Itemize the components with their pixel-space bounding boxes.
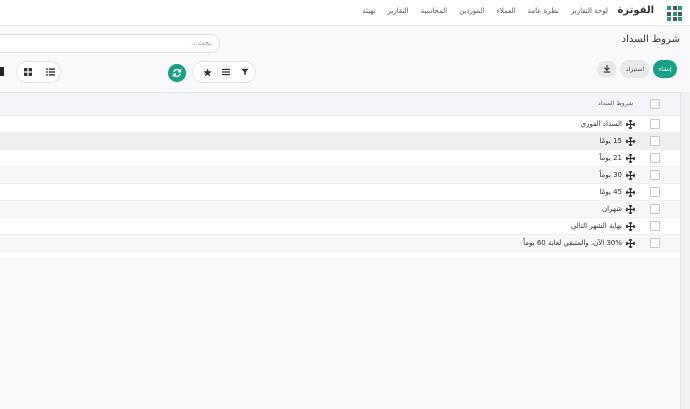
page-title: شروط السداد xyxy=(621,34,680,45)
payment-term-name: 30% الآن، والمتبقي لغاية 60 يوماً xyxy=(523,239,622,247)
table-row[interactable]: 21 يوماً xyxy=(0,150,680,167)
table-row[interactable]: 15 يومًا xyxy=(0,133,680,150)
menu-item-accounting[interactable]: المحاسبة xyxy=(421,7,448,15)
view-switcher xyxy=(16,61,61,83)
row-checkbox[interactable] xyxy=(650,153,660,163)
search-input[interactable]: بحث... xyxy=(0,34,220,53)
filter-button[interactable] xyxy=(237,65,253,79)
row-checkbox[interactable] xyxy=(650,221,660,231)
menu-item-dashboard[interactable]: لوحة التقارير xyxy=(571,7,608,15)
main-menu: لوحة التقارير نظرة عامة العملاء الموردين… xyxy=(362,7,608,15)
import-button[interactable]: استيراد xyxy=(620,60,650,78)
table-row[interactable]: 30% الآن، والمتبقي لغاية 60 يوماً xyxy=(0,235,680,252)
group-by-button[interactable] xyxy=(218,65,234,79)
list-icon xyxy=(222,68,230,76)
payment-term-name: السداد الفوري xyxy=(580,120,622,128)
payment-term-name: 15 يومًا xyxy=(599,137,622,145)
refresh-button[interactable] xyxy=(168,64,186,82)
payment-terms-list: شروط السداد السداد الفوري 15 يومًا 21 يو… xyxy=(0,92,680,258)
list-header: شروط السداد xyxy=(0,93,680,116)
payment-term-name: 21 يوماً xyxy=(599,154,622,162)
payment-term-name: نهاية الشهر التالي xyxy=(570,222,622,230)
drag-handle-icon[interactable] xyxy=(626,222,635,231)
search-options-group xyxy=(192,61,256,83)
drag-handle-icon[interactable] xyxy=(626,137,635,146)
row-checkbox[interactable] xyxy=(650,119,660,129)
drag-handle-icon[interactable] xyxy=(626,188,635,197)
menu-item-reports[interactable]: التقارير xyxy=(388,7,409,15)
download-button[interactable] xyxy=(597,61,616,77)
scrollbar[interactable] xyxy=(680,92,690,409)
refresh-icon xyxy=(172,68,182,78)
drag-handle-icon[interactable] xyxy=(626,120,635,129)
top-navbar: الفوترة لوحة التقارير نظرة عامة العملاء … xyxy=(0,0,690,26)
filter-icon xyxy=(241,68,249,76)
row-checkbox[interactable] xyxy=(650,238,660,248)
list-view-icon xyxy=(45,68,55,76)
menu-item-vendors[interactable]: الموردين xyxy=(459,7,485,15)
payment-term-name: 45 يومًا xyxy=(599,188,622,196)
table-row[interactable]: شهران xyxy=(0,201,680,218)
row-checkbox[interactable] xyxy=(650,170,660,180)
row-checkbox[interactable] xyxy=(650,204,660,214)
drag-handle-icon[interactable] xyxy=(626,171,635,180)
table-row[interactable]: نهاية الشهر التالي xyxy=(0,218,680,235)
drag-handle-icon[interactable] xyxy=(626,239,635,248)
row-checkbox[interactable] xyxy=(650,187,660,197)
menu-item-configuration[interactable]: تهيئة xyxy=(362,7,375,15)
create-button[interactable]: إنشاء xyxy=(653,60,677,78)
drag-handle-icon[interactable] xyxy=(626,205,635,214)
app-brand[interactable]: الفوترة xyxy=(614,5,654,16)
drag-handle-icon[interactable] xyxy=(626,154,635,163)
payment-term-name: شهران xyxy=(601,205,622,213)
payment-term-name: 30 يوماً xyxy=(599,171,622,179)
kanban-view-button[interactable] xyxy=(20,65,36,79)
table-row[interactable]: 45 يومًا xyxy=(0,184,680,201)
select-all-checkbox[interactable] xyxy=(650,99,660,109)
column-header-payment-terms[interactable]: شروط السداد xyxy=(510,100,633,107)
row-checkbox[interactable] xyxy=(650,136,660,146)
kanban-icon xyxy=(24,68,32,76)
table-row[interactable]: 30 يوماً xyxy=(0,167,680,184)
extra-view-button[interactable] xyxy=(0,67,4,76)
apps-grid-icon[interactable] xyxy=(667,6,682,21)
table-row[interactable]: السداد الفوري xyxy=(0,116,680,133)
list-view-button[interactable] xyxy=(42,65,58,79)
favorites-button[interactable] xyxy=(199,65,215,79)
menu-item-customers[interactable]: العملاء xyxy=(497,7,516,15)
menu-item-overview[interactable]: نظرة عامة xyxy=(528,7,559,15)
download-icon xyxy=(603,65,610,73)
star-icon xyxy=(202,67,212,76)
